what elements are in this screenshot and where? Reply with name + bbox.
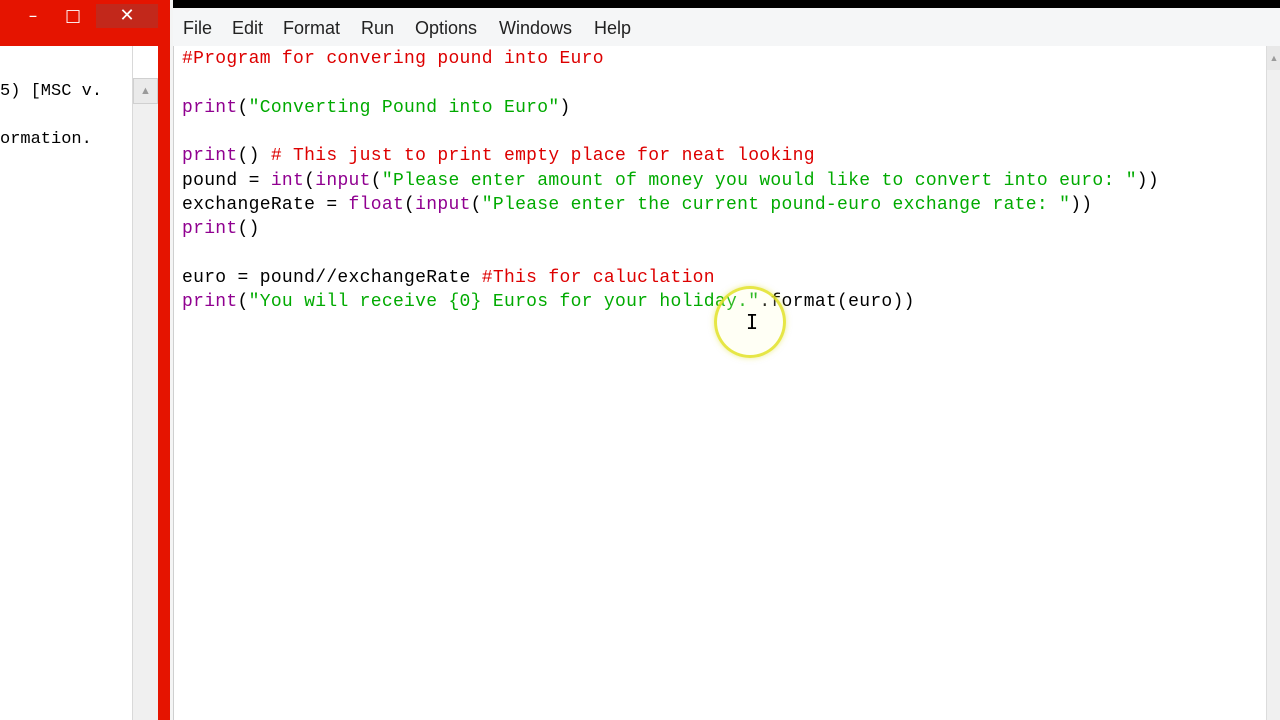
code-token-string: "You will receive {0} Euros for your hol…	[248, 292, 760, 312]
code-editor[interactable]: #Program for convering pound into Euro pr…	[173, 46, 1267, 720]
code-token-builtin: int	[270, 170, 305, 191]
code-token-builtin: input	[415, 194, 471, 215]
code-token-builtin: print	[182, 292, 238, 312]
code-line: euro = pound//exchangeRate #This for cal…	[182, 266, 715, 290]
code-line: print("Converting Pound into Euro")	[182, 96, 571, 120]
close-button[interactable]: ✕	[96, 4, 158, 28]
code-token-builtin: float	[348, 194, 405, 215]
code-token-default: exchangeRate =	[182, 194, 349, 215]
code-line: print() # This just to print empty place…	[182, 144, 815, 168]
code-token-comment: #Program for convering pound into Euro	[182, 49, 604, 69]
code-line: exchangeRate = float(input("Please enter…	[182, 193, 1092, 217]
shell-titlebar: – □ ✕	[0, 0, 158, 46]
menu-edit[interactable]: Edit	[232, 8, 263, 46]
shell-output-line: ormation.	[0, 130, 92, 149]
shell-output[interactable]: 5) [MSC v. ormation.	[0, 46, 133, 720]
code-token-string: "Please enter the current pound-euro exc…	[481, 194, 1071, 215]
code-token-default: ))	[1136, 170, 1160, 191]
code-token-comment: # This just to print empty place for nea…	[270, 146, 815, 167]
code-line: #Program for convering pound into Euro	[182, 47, 604, 71]
editor-scrollbar[interactable]: ▲	[1266, 46, 1280, 720]
editor-window: File Edit Format Run Options Windows Hel…	[173, 0, 1280, 720]
editor-titlebar	[173, 0, 1280, 8]
code-token-default: )	[559, 97, 571, 118]
shell-output-line: 5) [MSC v.	[0, 82, 103, 101]
code-token-builtin: print	[182, 97, 238, 118]
code-token-string: "Converting Pound into Euro"	[248, 97, 560, 118]
menu-windows[interactable]: Windows	[499, 8, 572, 46]
code-token-default: (	[237, 292, 249, 312]
maximize-button[interactable]: □	[58, 4, 88, 28]
scroll-up-arrow-icon[interactable]: ▲	[1267, 46, 1280, 70]
scroll-up-arrow-icon[interactable]: ▲	[133, 78, 158, 104]
code-token-default: (	[304, 170, 316, 191]
code-token-default: (	[404, 194, 416, 215]
code-token-builtin: print	[182, 219, 238, 240]
minimize-button[interactable]: –	[18, 4, 48, 28]
code-token-default: euro = pound//exchangeRate	[182, 267, 482, 288]
menu-format[interactable]: Format	[283, 8, 340, 46]
code-line: pound = int(input("Please enter amount o…	[182, 169, 1159, 193]
menu-bar: File Edit Format Run Options Windows Hel…	[173, 8, 1280, 47]
code-token-builtin: input	[315, 170, 371, 191]
shell-scrollbar[interactable]: ▲	[133, 78, 158, 720]
code-token-comment: #This for caluclation	[481, 267, 715, 288]
code-token-string: "Please enter amount of money you would …	[381, 170, 1137, 191]
menu-run[interactable]: Run	[361, 8, 394, 46]
code-token-default: (	[470, 194, 482, 215]
code-token-default: pound =	[182, 170, 271, 191]
code-line: print()	[182, 217, 260, 241]
menu-file[interactable]: File	[183, 8, 212, 46]
code-token-default: (	[237, 97, 249, 118]
code-token-default: ()	[237, 219, 260, 240]
window-border	[158, 0, 170, 720]
shell-window: – □ ✕ 5) [MSC v. ormation. ▲	[0, 0, 158, 720]
code-line: print("You will receive {0} Euros for yo…	[182, 290, 915, 314]
code-token-builtin: print	[182, 146, 238, 167]
code-token-default: ()	[237, 146, 271, 167]
code-token-default: ))	[1070, 194, 1093, 215]
menu-options[interactable]: Options	[415, 8, 477, 46]
code-token-default: (	[370, 170, 382, 191]
menu-help[interactable]: Help	[594, 8, 631, 46]
text-cursor-icon: I	[746, 310, 759, 334]
